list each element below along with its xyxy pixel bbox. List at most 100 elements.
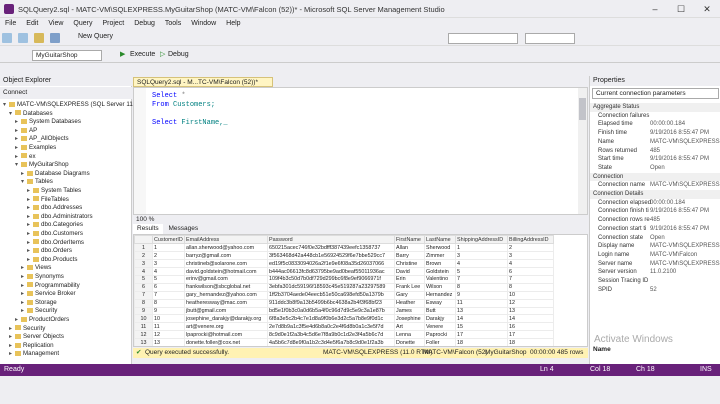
- table-cell[interactable]: art@venere.org: [184, 322, 268, 332]
- table-cell[interactable]: 1: [152, 243, 185, 253]
- tree-node[interactable]: ▾ MATC-VM\SQLEXPRESS (SQL Server 11.0.2: [0, 101, 143, 110]
- tree-node[interactable]: ▸ Storage: [0, 299, 57, 308]
- column-header[interactable]: [134, 235, 153, 245]
- table-cell[interactable]: 10: [507, 290, 554, 300]
- table-cell[interactable]: 2e7d8b9a1c3f5e4d6b8a0c2e4f6d8b0a1c3e5f7d: [267, 322, 395, 332]
- platform-dropdown[interactable]: [525, 33, 575, 44]
- row-number[interactable]: 7: [134, 290, 153, 300]
- table-row[interactable]: 3 3 christineb@solarone.com ed19f5c08330940…: [134, 259, 554, 269]
- table-cell[interactable]: Zimmer: [424, 251, 456, 261]
- table-cell[interactable]: Donette: [394, 338, 425, 346]
- property-row[interactable]: SPID 52: [590, 286, 720, 295]
- table-cell[interactable]: 9: [152, 306, 185, 316]
- table-cell[interactable]: 14: [507, 314, 554, 324]
- row-number[interactable]: 11: [134, 322, 153, 332]
- row-number[interactable]: 13: [134, 338, 153, 346]
- property-row[interactable]: Connection rows re 485: [590, 216, 720, 225]
- table-cell[interactable]: david.goldstein@hotmail.com: [184, 267, 268, 276]
- table-cell[interactable]: 3ebfa301dc59196f18593c45e519287a23297589: [267, 282, 395, 292]
- row-number[interactable]: 8: [134, 298, 153, 308]
- menu-debug[interactable]: Debug: [129, 18, 160, 30]
- tree-node[interactable]: ▸ Security: [0, 307, 57, 316]
- property-row[interactable]: Start time 9/19/2016 8:55:47 PM: [590, 155, 720, 164]
- table-cell[interactable]: Venere: [424, 322, 456, 332]
- table-row[interactable]: 10 10 josephine_darakjy@darakjy.org 6f8a3e5…: [134, 314, 554, 324]
- table-cell[interactable]: ed19f5c0833094026a2f1e9e6f08a35d26037066: [267, 259, 395, 269]
- table-row[interactable]: 13 13 donette.foller@cox.net 4a5b6c7d8e9f0a…: [134, 338, 554, 346]
- table-cell[interactable]: 3: [455, 251, 508, 261]
- table-cell[interactable]: 2: [507, 243, 554, 253]
- property-row[interactable]: Finish time 9/19/2016 8:55:47 PM: [590, 129, 720, 138]
- tree-node[interactable]: ▸ AP_AllObjects: [0, 135, 69, 144]
- table-cell[interactable]: allan.sherwood@yahoo.com: [184, 243, 268, 253]
- row-number[interactable]: 3: [134, 259, 153, 269]
- property-category[interactable]: Connection: [590, 172, 720, 182]
- tree-node[interactable]: ▸ Synonyms: [0, 273, 64, 282]
- table-cell[interactable]: frankwilson@sbcglobal.net: [184, 282, 268, 292]
- table-cell[interactable]: 8: [455, 282, 508, 292]
- back-icon[interactable]: [2, 33, 12, 43]
- tab-messages[interactable]: Messages: [165, 224, 203, 234]
- solution-config-dropdown[interactable]: [448, 33, 518, 44]
- tree-node[interactable]: ▸ System Tables: [0, 187, 81, 196]
- table-cell[interactable]: 8: [507, 282, 554, 292]
- table-cell[interactable]: gary_hernandez@yahoo.com: [184, 290, 268, 300]
- table-cell[interactable]: 17: [455, 330, 508, 340]
- table-cell[interactable]: Heather: [394, 298, 425, 308]
- table-row[interactable]: 8 8 heatheresway@mac.com 911ddc3b8f9a13b549…: [134, 298, 554, 308]
- table-cell[interactable]: 8: [152, 298, 185, 308]
- tree-node[interactable]: ▾ Tables: [0, 178, 53, 187]
- table-cell[interactable]: christineb@solarone.com: [184, 259, 268, 269]
- row-number[interactable]: 10: [134, 314, 153, 324]
- tree-node[interactable]: ▸ Service Broker: [0, 290, 76, 299]
- table-cell[interactable]: Butt: [424, 306, 456, 316]
- table-cell[interactable]: 18: [507, 338, 554, 346]
- table-row[interactable]: 1 1 allan.sherwood@yahoo.com 650215acec746f…: [134, 243, 554, 253]
- properties-object-selector[interactable]: Current connection parameters: [592, 88, 719, 99]
- table-cell[interactable]: heatheresway@mac.com: [184, 298, 268, 308]
- open-icon[interactable]: [33, 33, 44, 43]
- tree-node[interactable]: ▸ ex: [0, 153, 36, 162]
- forward-icon[interactable]: [17, 33, 28, 43]
- table-cell[interactable]: Wilson: [424, 282, 456, 292]
- menu-window[interactable]: Window: [186, 18, 221, 30]
- table-cell[interactable]: Valentino: [424, 274, 456, 284]
- menu-view[interactable]: View: [43, 18, 68, 30]
- table-row[interactable]: 7 7 gary_hernandez@yahoo.com 1ff2b3704aede0…: [134, 290, 554, 300]
- table-cell[interactable]: Lenna: [394, 330, 425, 340]
- table-row[interactable]: 2 2 barryz@gmail.com 3f563468d42a448cb1e569…: [134, 251, 554, 261]
- column-header[interactable]: BillingAddressID: [507, 235, 554, 245]
- table-cell[interactable]: Art: [394, 322, 425, 332]
- table-cell[interactable]: 13: [455, 306, 508, 316]
- table-cell[interactable]: 4: [507, 259, 554, 269]
- menu-tools[interactable]: Tools: [160, 18, 186, 30]
- table-cell[interactable]: donette.foller@cox.net: [184, 338, 268, 346]
- column-header[interactable]: LastName: [424, 235, 456, 245]
- row-number[interactable]: 5: [134, 274, 153, 284]
- table-row[interactable]: 12 12 lpaprocki@hotmail.com 8c9d0e1f2a3b4c5…: [134, 330, 554, 340]
- column-header[interactable]: FirstName: [394, 235, 425, 245]
- property-category[interactable]: Connection Details: [590, 190, 720, 199]
- save-icon[interactable]: [49, 33, 60, 43]
- property-row[interactable]: Server name MATC-VM\SQLEXPRESS: [590, 260, 720, 269]
- property-row[interactable]: Name MATC-VM\SQLEXPRESS: [590, 138, 720, 147]
- results-grid[interactable]: CustomerID EmailAddress Password FirstName L…: [133, 234, 588, 347]
- row-number[interactable]: 9: [134, 306, 153, 316]
- tree-node[interactable]: ▸ dbo.OrderItems: [0, 239, 84, 248]
- table-cell[interactable]: 13: [152, 338, 185, 346]
- table-cell[interactable]: Allan: [394, 243, 425, 253]
- table-cell[interactable]: 5: [455, 267, 508, 276]
- table-cell[interactable]: 9: [455, 290, 508, 300]
- tree-node[interactable]: ▸ FileTables: [0, 196, 69, 205]
- table-cell[interactable]: James: [394, 306, 425, 316]
- table-cell[interactable]: 14: [455, 314, 508, 324]
- table-cell[interactable]: Barry: [394, 251, 425, 261]
- minimize-button[interactable]: –: [646, 3, 664, 15]
- table-cell[interactable]: 18: [455, 338, 508, 346]
- property-row[interactable]: Connection name MATC-VM\SQLEXPRESS: [590, 181, 720, 190]
- menu-help[interactable]: Help: [221, 18, 245, 30]
- table-cell[interactable]: 1: [455, 243, 508, 253]
- tree-node[interactable]: ▸ AP: [0, 127, 37, 136]
- table-cell[interactable]: bd5e1f0b3c0a0d6b5a4f0c96d7d9c5e9c3a1e87b: [267, 306, 395, 316]
- tab-results[interactable]: Results: [133, 224, 163, 234]
